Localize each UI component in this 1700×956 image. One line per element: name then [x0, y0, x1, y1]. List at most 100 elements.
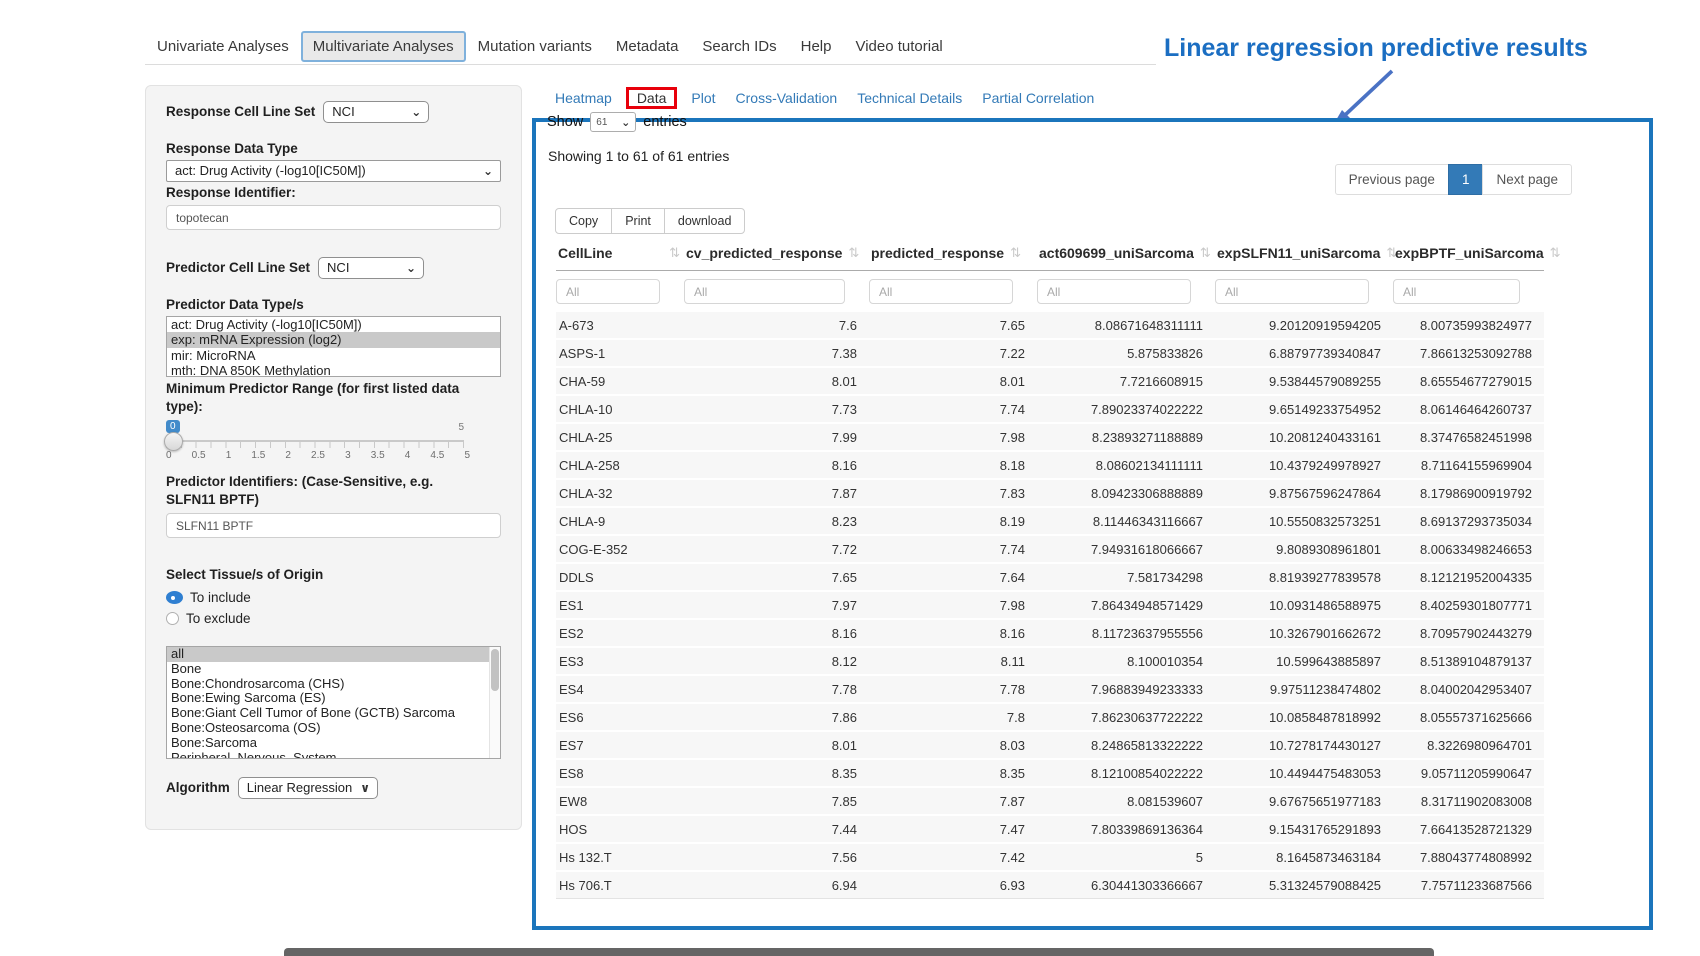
column-header-label: expBPTF_uniSarcoma — [1395, 245, 1544, 261]
nav-item-mutation-variants[interactable]: Mutation variants — [466, 31, 604, 62]
value-cell: 8.12100854022222 — [1037, 759, 1215, 787]
tab-partial-correlation[interactable]: Partial Correlation — [972, 84, 1104, 112]
value-cell: 7.38 — [684, 339, 869, 367]
value-cell: 7.44 — [684, 815, 869, 843]
value-cell: 8.35 — [869, 759, 1037, 787]
tissue-option[interactable]: all — [167, 647, 500, 662]
nav-item-search-ids[interactable]: Search IDs — [690, 31, 788, 62]
tissue-option[interactable]: Bone:Ewing Sarcoma (ES) — [167, 691, 500, 706]
radio-icon[interactable] — [166, 612, 179, 625]
value-cell: 7.86613253092788 — [1393, 339, 1544, 367]
value-cell: 7.98 — [869, 591, 1037, 619]
value-cell: 5.875833826 — [1037, 339, 1215, 367]
column-filter-input-expslfn11_unisarcoma[interactable] — [1215, 279, 1369, 304]
predictor-data-types-listbox[interactable]: act: Drug Activity (-log10[IC50M])exp: m… — [166, 316, 501, 377]
predictor-data-type-option[interactable]: act: Drug Activity (-log10[IC50M]) — [167, 317, 500, 332]
nav-item-multivariate-analyses[interactable]: Multivariate Analyses — [301, 31, 466, 62]
sort-icon[interactable]: ⇅ — [1010, 245, 1021, 261]
show-entries-row: Show 61 ⌄ entries — [547, 112, 687, 132]
column-filter-input-cellline[interactable] — [556, 279, 660, 304]
tissue-radio-to-exclude[interactable]: To exclude — [166, 611, 501, 626]
tissue-option[interactable]: Peripheral_Nervous_System — [167, 751, 500, 759]
slider-tick-label: 3 — [345, 450, 351, 461]
tissue-option[interactable]: Bone:Osteosarcoma (OS) — [167, 721, 500, 736]
sort-icon[interactable]: ⇅ — [669, 245, 680, 261]
download-button[interactable]: download — [664, 208, 746, 234]
value-cell: 10.4379249978927 — [1215, 451, 1393, 479]
column-header-cv_predicted_response[interactable]: cv_predicted_response⇅ — [684, 240, 869, 271]
value-cell: 8.08602134111111 — [1037, 451, 1215, 479]
min-predictor-range-slider[interactable]: 0 5 00.511.522.533.544.55 — [166, 420, 464, 464]
table-row: ES17.977.987.8643494857142910.0931486588… — [556, 591, 1544, 619]
table-row: COG-E-3527.727.747.949316180666679.80893… — [556, 535, 1544, 563]
response-data-type-select[interactable]: act: Drug Activity (-log10[IC50M]) ⌄ — [166, 160, 501, 182]
print-button[interactable]: Print — [611, 208, 665, 234]
cellline-cell: HOS — [556, 815, 684, 843]
value-cell: 9.15431765291893 — [1215, 815, 1393, 843]
algorithm-select[interactable]: Linear Regression ∨ — [238, 777, 378, 799]
nav-item-video-tutorial[interactable]: Video tutorial — [843, 31, 954, 62]
next-page-button[interactable]: Next page — [1482, 164, 1572, 195]
value-cell: 8.00633498246653 — [1393, 535, 1544, 563]
table-row: CHLA-327.877.838.094233068888899.8756759… — [556, 479, 1544, 507]
nav-item-univariate-analyses[interactable]: Univariate Analyses — [145, 31, 301, 62]
table-row: CHLA-2588.168.188.0860213411111110.43792… — [556, 451, 1544, 479]
table-row: CHLA-257.997.988.2389327118888910.208124… — [556, 423, 1544, 451]
slider-max-label: 5 — [458, 422, 464, 433]
response-identifier-input[interactable]: topotecan — [166, 205, 501, 230]
tissue-option[interactable]: Bone:Giant Cell Tumor of Bone (GCTB) Sar… — [167, 706, 500, 721]
sort-icon[interactable]: ⇅ — [1200, 245, 1211, 261]
tab-heatmap[interactable]: Heatmap — [545, 84, 622, 112]
tissue-listbox[interactable]: allBoneBone:Chondrosarcoma (CHS)Bone:Ewi… — [166, 646, 501, 759]
tissue-option[interactable]: Bone — [167, 662, 500, 677]
radio-icon[interactable] — [166, 591, 183, 604]
predictor-data-type-option[interactable]: mth: DNA 850K Methylation — [167, 363, 500, 377]
tab-technical-details[interactable]: Technical Details — [847, 84, 972, 112]
sort-icon[interactable]: ⇅ — [848, 245, 859, 261]
value-cell: 5.31324579088425 — [1215, 871, 1393, 899]
column-header-predicted_response[interactable]: predicted_response⇅ — [869, 240, 1037, 271]
predictor-cell-line-set-select[interactable]: NCI ⌄ — [318, 257, 424, 279]
column-filter-input-cv_predicted_response[interactable] — [684, 279, 845, 304]
nav-item-help[interactable]: Help — [789, 31, 844, 62]
column-header-expslfn11_unisarcoma[interactable]: expSLFN11_uniSarcoma⇅ — [1215, 240, 1393, 271]
column-filter-input-expbptf_unisarcoma[interactable] — [1393, 279, 1520, 304]
cellline-cell: Hs 132.T — [556, 843, 684, 871]
predictor-data-type-option[interactable]: exp: mRNA Expression (log2) — [167, 332, 500, 347]
tab-data[interactable]: Data — [629, 88, 675, 108]
tab-plot[interactable]: Plot — [681, 84, 725, 112]
slider-tick-label: 2 — [285, 450, 291, 461]
show-entries-select[interactable]: 61 ⌄ — [590, 112, 636, 132]
value-cell: 8.00735993824977 — [1393, 311, 1544, 339]
value-cell: 7.78 — [684, 675, 869, 703]
column-filter-input-predicted_response[interactable] — [869, 279, 1013, 304]
value-cell: 7.42 — [869, 843, 1037, 871]
results-table: CellLine⇅cv_predicted_response⇅predicted… — [556, 240, 1544, 899]
column-filter-input-act609699_unisarcoma[interactable] — [1037, 279, 1191, 304]
response-cell-line-set-select[interactable]: NCI ⌄ — [323, 101, 429, 123]
value-cell: 9.20120919594205 — [1215, 311, 1393, 339]
tab-cross-validation[interactable]: Cross-Validation — [726, 84, 848, 112]
sort-icon[interactable]: ⇅ — [1550, 245, 1561, 261]
slider-tick-label: 1 — [226, 450, 232, 461]
tissue-option[interactable]: Bone:Sarcoma — [167, 736, 500, 751]
table-row: ASPS-17.387.225.8758338266.8879773934084… — [556, 339, 1544, 367]
predictor-identifiers-input[interactable]: SLFN11 BPTF — [166, 513, 501, 538]
slider-tick-label: 0 — [166, 450, 172, 461]
previous-page-button[interactable]: Previous page — [1335, 164, 1449, 195]
page-1-button[interactable]: 1 — [1448, 164, 1484, 195]
column-header-act609699_unisarcoma[interactable]: act609699_uniSarcoma⇅ — [1037, 240, 1215, 271]
value-cell: 8.16 — [869, 619, 1037, 647]
predictor-data-type-option[interactable]: mir: MicroRNA — [167, 348, 500, 363]
listbox-scrollbar[interactable] — [489, 647, 500, 758]
tissue-radio-to-include[interactable]: To include — [166, 590, 501, 605]
cellline-cell: CHLA-32 — [556, 479, 684, 507]
nav-item-metadata[interactable]: Metadata — [604, 31, 691, 62]
slider-handle[interactable] — [164, 432, 183, 451]
copy-button[interactable]: Copy — [555, 208, 612, 234]
tissue-option[interactable]: Bone:Chondrosarcoma (CHS) — [167, 677, 500, 692]
predictor-identifiers-label: Predictor Identifiers: (Case-Sensitive, … — [166, 473, 486, 509]
column-header-expbptf_unisarcoma[interactable]: expBPTF_uniSarcoma⇅ — [1393, 240, 1544, 271]
column-header-cellline[interactable]: CellLine⇅ — [556, 240, 684, 271]
slider-tick-label: 4 — [405, 450, 411, 461]
